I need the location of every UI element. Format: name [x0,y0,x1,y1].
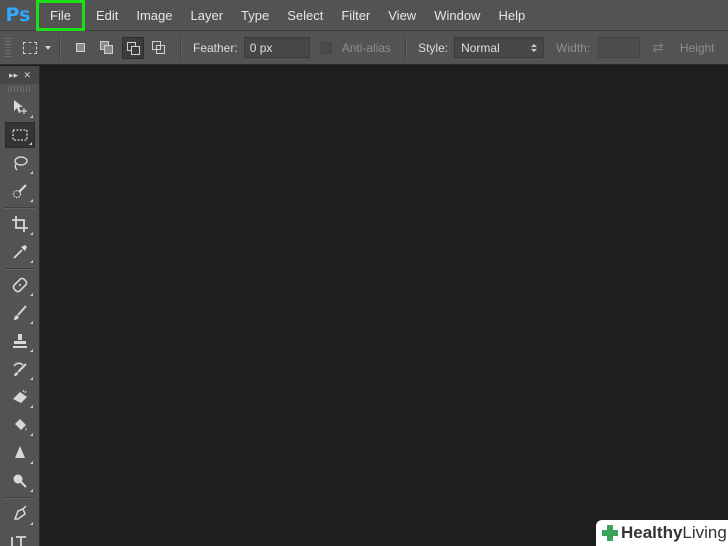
new-selection-icon [76,42,85,52]
menu-help[interactable]: Help [489,0,534,31]
blur-icon[interactable] [5,440,35,466]
close-panel-icon[interactable]: ✕ [23,70,31,81]
feather-input[interactable] [243,37,310,58]
eyedropper-icon[interactable] [5,239,35,265]
divider [180,36,181,59]
menu-file[interactable]: File [36,0,85,31]
crop-icon[interactable] [5,211,35,237]
style-select-value: Normal [461,40,500,55]
clone-stamp-icon[interactable] [5,328,35,354]
watermark-normal-text: Living [682,523,727,542]
menu-window[interactable]: Window [425,0,489,31]
blur-svg [15,446,25,458]
add-selection-icon-2 [104,44,113,54]
history-brush-icon[interactable] [5,356,35,382]
divider [59,36,60,59]
options-bar: Feather: Anti-alias Style: Normal Width:… [0,31,728,65]
marquee-preset-icon [23,41,37,54]
lasso-svg [14,156,28,171]
dodge-svg [13,474,27,488]
menu-bar: Ps File Edit Image Layer Type Select Fil… [0,0,728,31]
menu-layer[interactable]: Layer [182,0,233,31]
bucket-svg [15,419,27,431]
history-brush-svg [13,362,27,376]
height-label: Height [679,40,715,55]
add-to-selection-button[interactable] [96,37,118,59]
pen-svg [13,505,27,520]
divider [4,268,35,269]
rectangular-marquee-icon[interactable] [5,122,35,148]
eraser-icon[interactable] [5,384,35,410]
style-label: Style: [418,40,449,55]
menu-filter[interactable]: Filter [332,0,379,31]
expand-panel-icon[interactable]: ▸▸ [9,70,18,81]
options-bar-grip[interactable] [5,37,11,58]
type-svg [11,536,26,546]
healing-brush-icon[interactable] [5,272,35,298]
menu-edit[interactable]: Edit [87,0,127,31]
menu-type[interactable]: Type [232,0,278,31]
menu-image[interactable]: Image [127,0,181,31]
quick-selection-svg [12,184,27,199]
plus-cross-icon [602,525,618,541]
intersect-selection-button[interactable] [148,37,170,59]
tools-panel-grip[interactable] [8,86,31,92]
new-selection-button[interactable] [70,37,92,59]
healing-svg [12,277,28,293]
pen-icon[interactable] [5,501,35,527]
feather-label: Feather: [193,40,238,55]
divider [405,36,407,59]
updown-arrows-icon [531,43,538,52]
stamp-svg [13,334,27,348]
lasso-icon[interactable] [5,150,35,176]
move-tool-svg [14,100,27,114]
eraser-svg [13,389,27,403]
photoshop-logo: Ps [5,4,31,26]
healthy-living-watermark: Healthy Living [596,520,728,546]
intersect-selection-icon-2 [156,44,165,54]
brush-icon[interactable] [5,300,35,326]
type-icon[interactable] [5,529,35,546]
brush-svg [14,305,27,320]
move-tool-icon[interactable] [5,94,35,120]
watermark-bold-text: Healthy [621,523,683,542]
swap-arrows-icon[interactable]: ⇄ [652,39,664,56]
tools-panel: ▸▸ ✕ [0,66,40,546]
style-select[interactable]: Normal [454,37,545,58]
eyedropper-svg [13,245,27,259]
quick-selection-icon[interactable] [5,178,35,204]
width-input[interactable] [598,37,641,58]
chevron-down-icon [45,45,51,50]
crop-svg [12,216,28,232]
canvas-workspace[interactable] [41,66,728,546]
subtract-selection-icon-2 [131,45,140,55]
anti-alias-label: Anti-alias [341,40,392,55]
subtract-from-selection-button[interactable] [122,36,144,59]
divider [4,207,35,208]
width-label: Width: [556,40,591,55]
tool-preset-picker[interactable] [23,41,51,54]
anti-alias-checkbox[interactable] [319,41,332,54]
dodge-icon[interactable] [5,468,35,494]
paint-bucket-icon[interactable] [5,412,35,438]
menu-view[interactable]: View [379,0,425,31]
divider [4,497,35,498]
menu-select[interactable]: Select [278,0,332,31]
marquee-svg [12,129,28,141]
tools-panel-header: ▸▸ ✕ [0,66,39,84]
